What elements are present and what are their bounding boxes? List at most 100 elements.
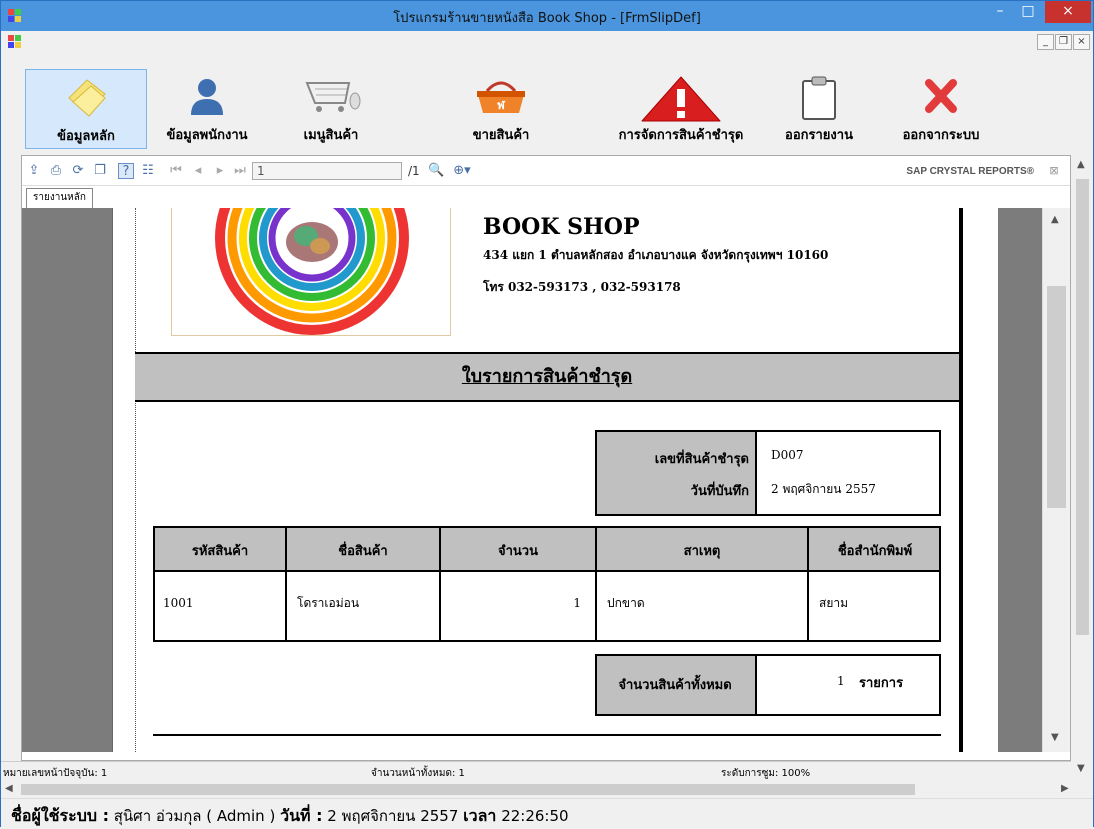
total-unit: รายการ <box>859 676 904 691</box>
report-toolbar: ⇪ ⎙ ⟳ ❐ ? ☷ ⏮ ◂ ▸ ⏭ 1 /1 🔍 ⊕▾ SAP CRYSTA… <box>22 156 1070 186</box>
current-date: 2 พฤศจิกายน 2557 <box>327 807 459 825</box>
current-page-status: หมายเลขหน้าปัจจุบัน: 1 <box>3 768 108 779</box>
close-viewer-icon[interactable]: ⊠ <box>1046 163 1062 179</box>
group-tree-icon[interactable]: ☷ <box>140 163 156 179</box>
scroll-thumb[interactable] <box>1047 286 1066 508</box>
col-header-name: ชื่อสินค้า <box>287 540 439 561</box>
row-name: โดราเอม่อน <box>297 596 360 610</box>
page-number-input[interactable]: 1 <box>252 162 402 180</box>
total-value: 1 <box>837 674 845 688</box>
toolbar-damaged-goods[interactable]: การจัดการสินค้าชำรุด <box>591 69 771 149</box>
time-label: เวลา <box>463 806 497 825</box>
toolbar-label: ขายสินค้า <box>472 128 530 143</box>
toolbar-logout[interactable]: ออกจากระบบ <box>891 69 991 149</box>
slip-info-box: เลขที่สินค้าชำรุด วันที่บันทึก D007 2 พฤ… <box>595 430 941 516</box>
row-reason: ปกขาด <box>607 596 645 610</box>
toolbar-employee-data[interactable]: ข้อมูลพนักงาน <box>151 69 263 149</box>
print-icon[interactable]: ⎙ <box>48 163 64 179</box>
toolbar-label: ออกรายงาน <box>785 128 853 143</box>
export-icon[interactable]: ⇪ <box>26 163 42 179</box>
report-page: BOOK SHOP 434 แยก 1 ตำบลหลักสอง อำเภอบาง… <box>112 208 998 752</box>
next-page-icon[interactable]: ▸ <box>212 163 228 179</box>
notes-icon <box>68 79 106 117</box>
help-icon[interactable]: ? <box>118 163 134 179</box>
col-header-qty: จำนวน <box>441 540 595 561</box>
current-time: 22:26:50 <box>501 807 569 825</box>
h-scroll-thumb[interactable] <box>21 784 915 795</box>
copy-icon[interactable]: ❐ <box>92 163 108 179</box>
scroll-up-icon[interactable]: ▲ <box>1051 214 1059 225</box>
mdi-child-icon[interactable] <box>8 35 22 49</box>
user-label: ชื่อผู้ใช้ระบบ : <box>11 806 109 825</box>
tab-main-report[interactable]: รายงานหลัก <box>26 188 93 208</box>
status-text: ชื่อผู้ใช้ระบบ : สุนิศา อ่วมกุล ( Admin … <box>11 804 569 829</box>
scroll-left-icon[interactable]: ◀ <box>5 783 13 794</box>
report-heading: ใบรายการสินค้าชำรุด <box>461 366 633 387</box>
mdi-minimize-button[interactable]: _ <box>1037 34 1054 50</box>
basket-icon: ฬ <box>477 81 525 113</box>
outer-scroll-thumb[interactable] <box>1076 179 1089 635</box>
shop-logo <box>171 208 451 336</box>
main-toolbar: ข้อมูลหลัก ข้อมูลพนักงาน เมนูสินค้า ฬ ขา… <box>1 55 1093 153</box>
mdi-restore-button[interactable]: ❐ <box>1055 34 1072 50</box>
slip-number-label: เลขที่สินค้าชำรุด <box>654 452 749 467</box>
scroll-right-icon[interactable]: ▶ <box>1061 783 1069 794</box>
zoom-icon[interactable]: ⊕▾ <box>450 163 474 179</box>
outer-scroll-up-icon[interactable]: ▲ <box>1077 159 1085 170</box>
col-header-reason: สาเหตุ <box>597 540 807 561</box>
page-margin-left <box>135 208 137 752</box>
mdi-close-button[interactable]: × <box>1073 34 1090 50</box>
sap-brand: SAP CRYSTAL REPORTS® <box>906 166 1034 177</box>
page-margin-right <box>959 208 963 752</box>
report-status-bar: หมายเลขหน้าปัจจุบัน: 1 จำนวนหน้าทั้งหมด:… <box>1 761 1071 781</box>
toolbar-label: ออกจากระบบ <box>902 128 980 143</box>
record-date: 2 พฤศจิกายน 2557 <box>771 482 876 496</box>
row-qty: 1 <box>573 596 581 610</box>
footer-line <box>153 734 941 736</box>
last-page-icon[interactable]: ⏭ <box>232 163 248 179</box>
prev-page-icon[interactable]: ◂ <box>190 163 206 179</box>
date-label: วันที่ : <box>280 806 323 825</box>
total-label: จำนวนสินค้าทั้งหมด <box>618 678 732 693</box>
record-date-label: วันที่บันทึก <box>690 484 749 499</box>
toolbar-sell-products[interactable]: ฬ ขายสินค้า <box>451 69 551 149</box>
horizontal-scrollbar[interactable]: ◀ ▶ <box>1 781 1076 798</box>
minimize-button[interactable]: – <box>985 1 1015 23</box>
clipboard-icon <box>802 76 836 120</box>
app-window: โปรแกรมร้านขายหนังสือ Book Shop - [FrmSl… <box>0 0 1094 827</box>
cart-icon <box>305 82 361 112</box>
window-title: โปรแกรมร้านขายหนังสือ Book Shop - [FrmSl… <box>393 11 701 26</box>
total-box: จำนวนสินค้าทั้งหมด 1 รายการ <box>595 654 941 716</box>
row-code: 1001 <box>163 596 194 610</box>
row-publisher: สยาม <box>819 596 849 610</box>
outer-scroll-down-icon[interactable]: ▼ <box>1077 763 1085 774</box>
scroll-down-icon[interactable]: ▼ <box>1051 732 1059 743</box>
title-bar: โปรแกรมร้านขายหนังสือ Book Shop - [FrmSl… <box>1 1 1093 31</box>
toolbar-product-menu[interactable]: เมนูสินค้า <box>281 69 381 149</box>
report-title-band: ใบรายการสินค้าชำรุด <box>135 352 959 402</box>
first-page-icon[interactable]: ⏮ <box>168 163 184 179</box>
shop-phone: โทร 032-593173 , 032-593178 <box>483 280 681 294</box>
slip-number: D007 <box>771 448 804 462</box>
warning-icon <box>641 76 721 122</box>
close-button[interactable]: × <box>1045 1 1091 23</box>
maximize-button[interactable]: □ <box>1013 1 1043 23</box>
col-header-code: รหัสสินค้า <box>155 540 285 561</box>
toolbar-reports[interactable]: ออกรายงาน <box>769 69 869 149</box>
page-total: /1 <box>408 164 420 178</box>
user-icon <box>191 79 223 115</box>
refresh-icon[interactable]: ⟳ <box>70 163 86 179</box>
total-pages-status: จำนวนหน้าทั้งหมด: 1 <box>371 768 465 779</box>
find-icon[interactable]: 🔍 <box>428 163 444 179</box>
toolbar-label: ข้อมูลหลัก <box>57 129 115 144</box>
toolbar-label: ข้อมูลพนักงาน <box>166 128 248 143</box>
app-status-bar: ชื่อผู้ใช้ระบบ : สุนิศา อ่วมกุล ( Admin … <box>1 798 1093 827</box>
col-header-publisher: ชื่อสำนักพิมพ์ <box>837 544 913 559</box>
form-vertical-scrollbar[interactable]: ▲ ▼ <box>1074 155 1091 783</box>
toolbar-master-data[interactable]: ข้อมูลหลัก <box>25 69 147 149</box>
report-vertical-scrollbar[interactable]: ▲ ▼ <box>1042 208 1070 752</box>
crystal-report-viewer: ⇪ ⎙ ⟳ ❐ ? ☷ ⏮ ◂ ▸ ⏭ 1 /1 🔍 ⊕▾ SAP CRYSTA… <box>21 155 1071 761</box>
toolbar-label: การจัดการสินค้าชำรุด <box>618 128 744 143</box>
shop-name: BOOK SHOP <box>483 214 640 240</box>
shop-address: 434 แยก 1 ตำบลหลักสอง อำเภอบางแค จังหวัด… <box>483 248 829 262</box>
